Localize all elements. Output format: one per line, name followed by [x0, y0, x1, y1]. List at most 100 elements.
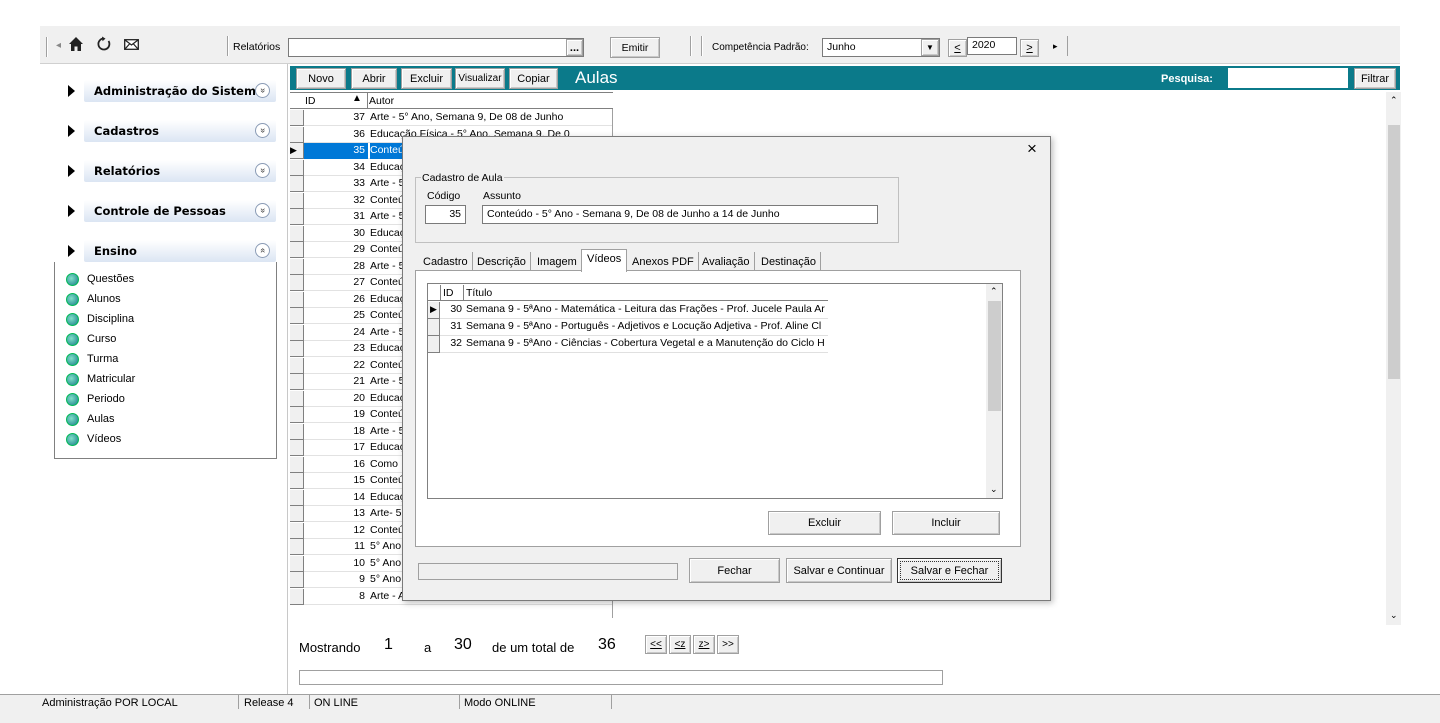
- row-indicator[interactable]: ▶: [428, 302, 440, 319]
- video-row[interactable]: 32 Semana 9 - 5ªAno - Ciências - Cobertur…: [428, 336, 828, 353]
- tab-imagem[interactable]: Imagem: [533, 252, 582, 271]
- collapse-icon[interactable]: «: [255, 163, 270, 178]
- collapse-icon[interactable]: «: [255, 123, 270, 138]
- fechar-button[interactable]: Fechar: [689, 558, 780, 583]
- tab-descricao[interactable]: Descrição: [473, 252, 531, 271]
- row-indicator[interactable]: [290, 572, 304, 588]
- row-indicator[interactable]: [290, 225, 304, 242]
- row-indicator[interactable]: [290, 555, 304, 572]
- row-indicator[interactable]: [290, 341, 304, 357]
- scroll-thumb[interactable]: [1388, 125, 1400, 379]
- tab-anexos-pdf[interactable]: Anexos PDF: [628, 252, 699, 271]
- row-indicator[interactable]: [290, 209, 304, 225]
- row-indicator[interactable]: [290, 489, 304, 506]
- collapse-icon[interactable]: «: [255, 203, 270, 218]
- videos-column-titulo[interactable]: Título: [466, 287, 492, 299]
- home-icon[interactable]: [68, 36, 84, 52]
- assunto-field[interactable]: Conteúdo - 5° Ano - Semana 9, De 08 de J…: [482, 205, 878, 224]
- sidebar-group-admin[interactable]: Administração do Sistema «: [54, 80, 276, 104]
- row-indicator[interactable]: [290, 390, 304, 407]
- sidebar-item-turma[interactable]: Turma: [66, 350, 118, 368]
- row-indicator[interactable]: [290, 192, 304, 209]
- search-input[interactable]: [1228, 68, 1348, 88]
- next-year-button[interactable]: >: [1020, 39, 1039, 57]
- year-field[interactable]: 2020: [967, 37, 1017, 55]
- emitir-button[interactable]: Emitir: [610, 37, 660, 58]
- abrir-button[interactable]: Abrir: [351, 68, 397, 89]
- video-row[interactable]: ▶ 30 Semana 9 - 5ªAno - Matemática - Leitu…: [428, 302, 828, 319]
- row-indicator[interactable]: [290, 308, 304, 324]
- novo-button[interactable]: Novo: [296, 68, 346, 89]
- sidebar-item-alunos[interactable]: Alunos: [66, 290, 121, 308]
- row-indicator[interactable]: [290, 374, 304, 390]
- row-indicator[interactable]: [428, 319, 440, 336]
- excluir-button[interactable]: Excluir: [401, 68, 452, 89]
- sidebar-item-aulas[interactable]: Aulas: [66, 410, 115, 428]
- refresh-icon[interactable]: [96, 36, 112, 52]
- row-indicator[interactable]: ▶: [290, 143, 304, 159]
- scroll-down-icon[interactable]: ⌄: [990, 484, 998, 495]
- row-indicator[interactable]: [290, 357, 304, 374]
- row-indicator[interactable]: [290, 522, 304, 539]
- incluir-video-button[interactable]: Incluir: [892, 511, 1000, 535]
- sidebar-group-relatorios[interactable]: Relatórios «: [54, 160, 276, 184]
- prev-year-button[interactable]: <: [948, 39, 967, 57]
- sidebar-group-controle-pessoas[interactable]: Controle de Pessoas «: [54, 200, 276, 224]
- sidebar-item-matricular[interactable]: Matricular: [66, 370, 135, 388]
- videos-column-id[interactable]: ID: [443, 287, 454, 299]
- scroll-down-icon[interactable]: ⌄: [1390, 610, 1398, 621]
- sidebar-item-periodo[interactable]: Periodo: [66, 390, 125, 408]
- sidebar-group-cadastros[interactable]: Cadastros «: [54, 120, 276, 144]
- sidebar-item-questoes[interactable]: Questões: [66, 270, 134, 288]
- prev-page-button[interactable]: <z: [669, 635, 691, 654]
- row-indicator[interactable]: [290, 110, 304, 126]
- scroll-up-icon[interactable]: ⌃: [990, 286, 998, 297]
- row-indicator[interactable]: [290, 423, 304, 440]
- salvar-continuar-button[interactable]: Salvar e Continuar: [786, 558, 892, 583]
- collapse-icon[interactable]: «: [255, 83, 270, 98]
- tab-avaliacao[interactable]: Avaliação: [698, 252, 755, 271]
- competencia-dropdown-button[interactable]: ▼: [921, 39, 939, 56]
- table-row[interactable]: 37 Arte - 5° Ano, Semana 9, De 08 de Junh…: [290, 110, 612, 126]
- row-indicator[interactable]: [290, 275, 304, 291]
- codigo-field[interactable]: 35: [425, 205, 466, 224]
- row-indicator[interactable]: [290, 176, 304, 192]
- collapse-icon[interactable]: »: [255, 243, 270, 258]
- tab-destinacao[interactable]: Destinação: [757, 252, 822, 271]
- row-indicator[interactable]: [290, 506, 304, 522]
- video-row[interactable]: 31 Semana 9 - 5ªAno - Português - Adjetiv…: [428, 319, 828, 336]
- row-indicator[interactable]: [290, 456, 304, 473]
- sidebar-item-videos[interactable]: Vídeos: [66, 430, 121, 448]
- relatorios-browse-button[interactable]: ...: [566, 39, 583, 56]
- row-indicator[interactable]: [290, 324, 304, 341]
- filtrar-button[interactable]: Filtrar: [1354, 68, 1396, 89]
- mail-icon[interactable]: [124, 39, 139, 50]
- row-indicator[interactable]: [290, 407, 304, 423]
- close-icon[interactable]: ×: [1027, 139, 1037, 159]
- relatorios-combo[interactable]: [288, 38, 584, 57]
- column-header-autor[interactable]: Autor: [369, 95, 394, 107]
- row-indicator[interactable]: [290, 159, 304, 176]
- next-page-button[interactable]: z>: [693, 635, 715, 654]
- row-indicator[interactable]: [290, 126, 304, 143]
- last-page-button[interactable]: >>: [717, 635, 739, 654]
- excluir-video-button[interactable]: Excluir: [768, 511, 881, 535]
- row-indicator[interactable]: [290, 258, 304, 275]
- back-icon[interactable]: ◂: [56, 40, 61, 51]
- scroll-thumb[interactable]: [988, 301, 1001, 411]
- scroll-up-icon[interactable]: ⌃: [1390, 95, 1398, 106]
- sidebar-group-ensino[interactable]: Ensino»: [54, 240, 276, 264]
- row-indicator[interactable]: [290, 539, 304, 555]
- row-indicator[interactable]: [290, 588, 304, 605]
- row-indicator[interactable]: [428, 336, 440, 353]
- column-header-id[interactable]: ID: [305, 95, 316, 107]
- overflow-icon[interactable]: ▸: [1053, 41, 1058, 52]
- first-page-button[interactable]: <<: [645, 635, 667, 654]
- row-indicator[interactable]: [290, 242, 304, 258]
- salvar-fechar-button[interactable]: Salvar e Fechar: [897, 558, 1002, 583]
- sidebar-item-disciplina[interactable]: Disciplina: [66, 310, 134, 328]
- row-indicator[interactable]: [290, 473, 304, 489]
- row-indicator[interactable]: [290, 291, 304, 308]
- row-indicator[interactable]: [290, 440, 304, 456]
- visualizar-button[interactable]: Visualizar: [455, 68, 505, 89]
